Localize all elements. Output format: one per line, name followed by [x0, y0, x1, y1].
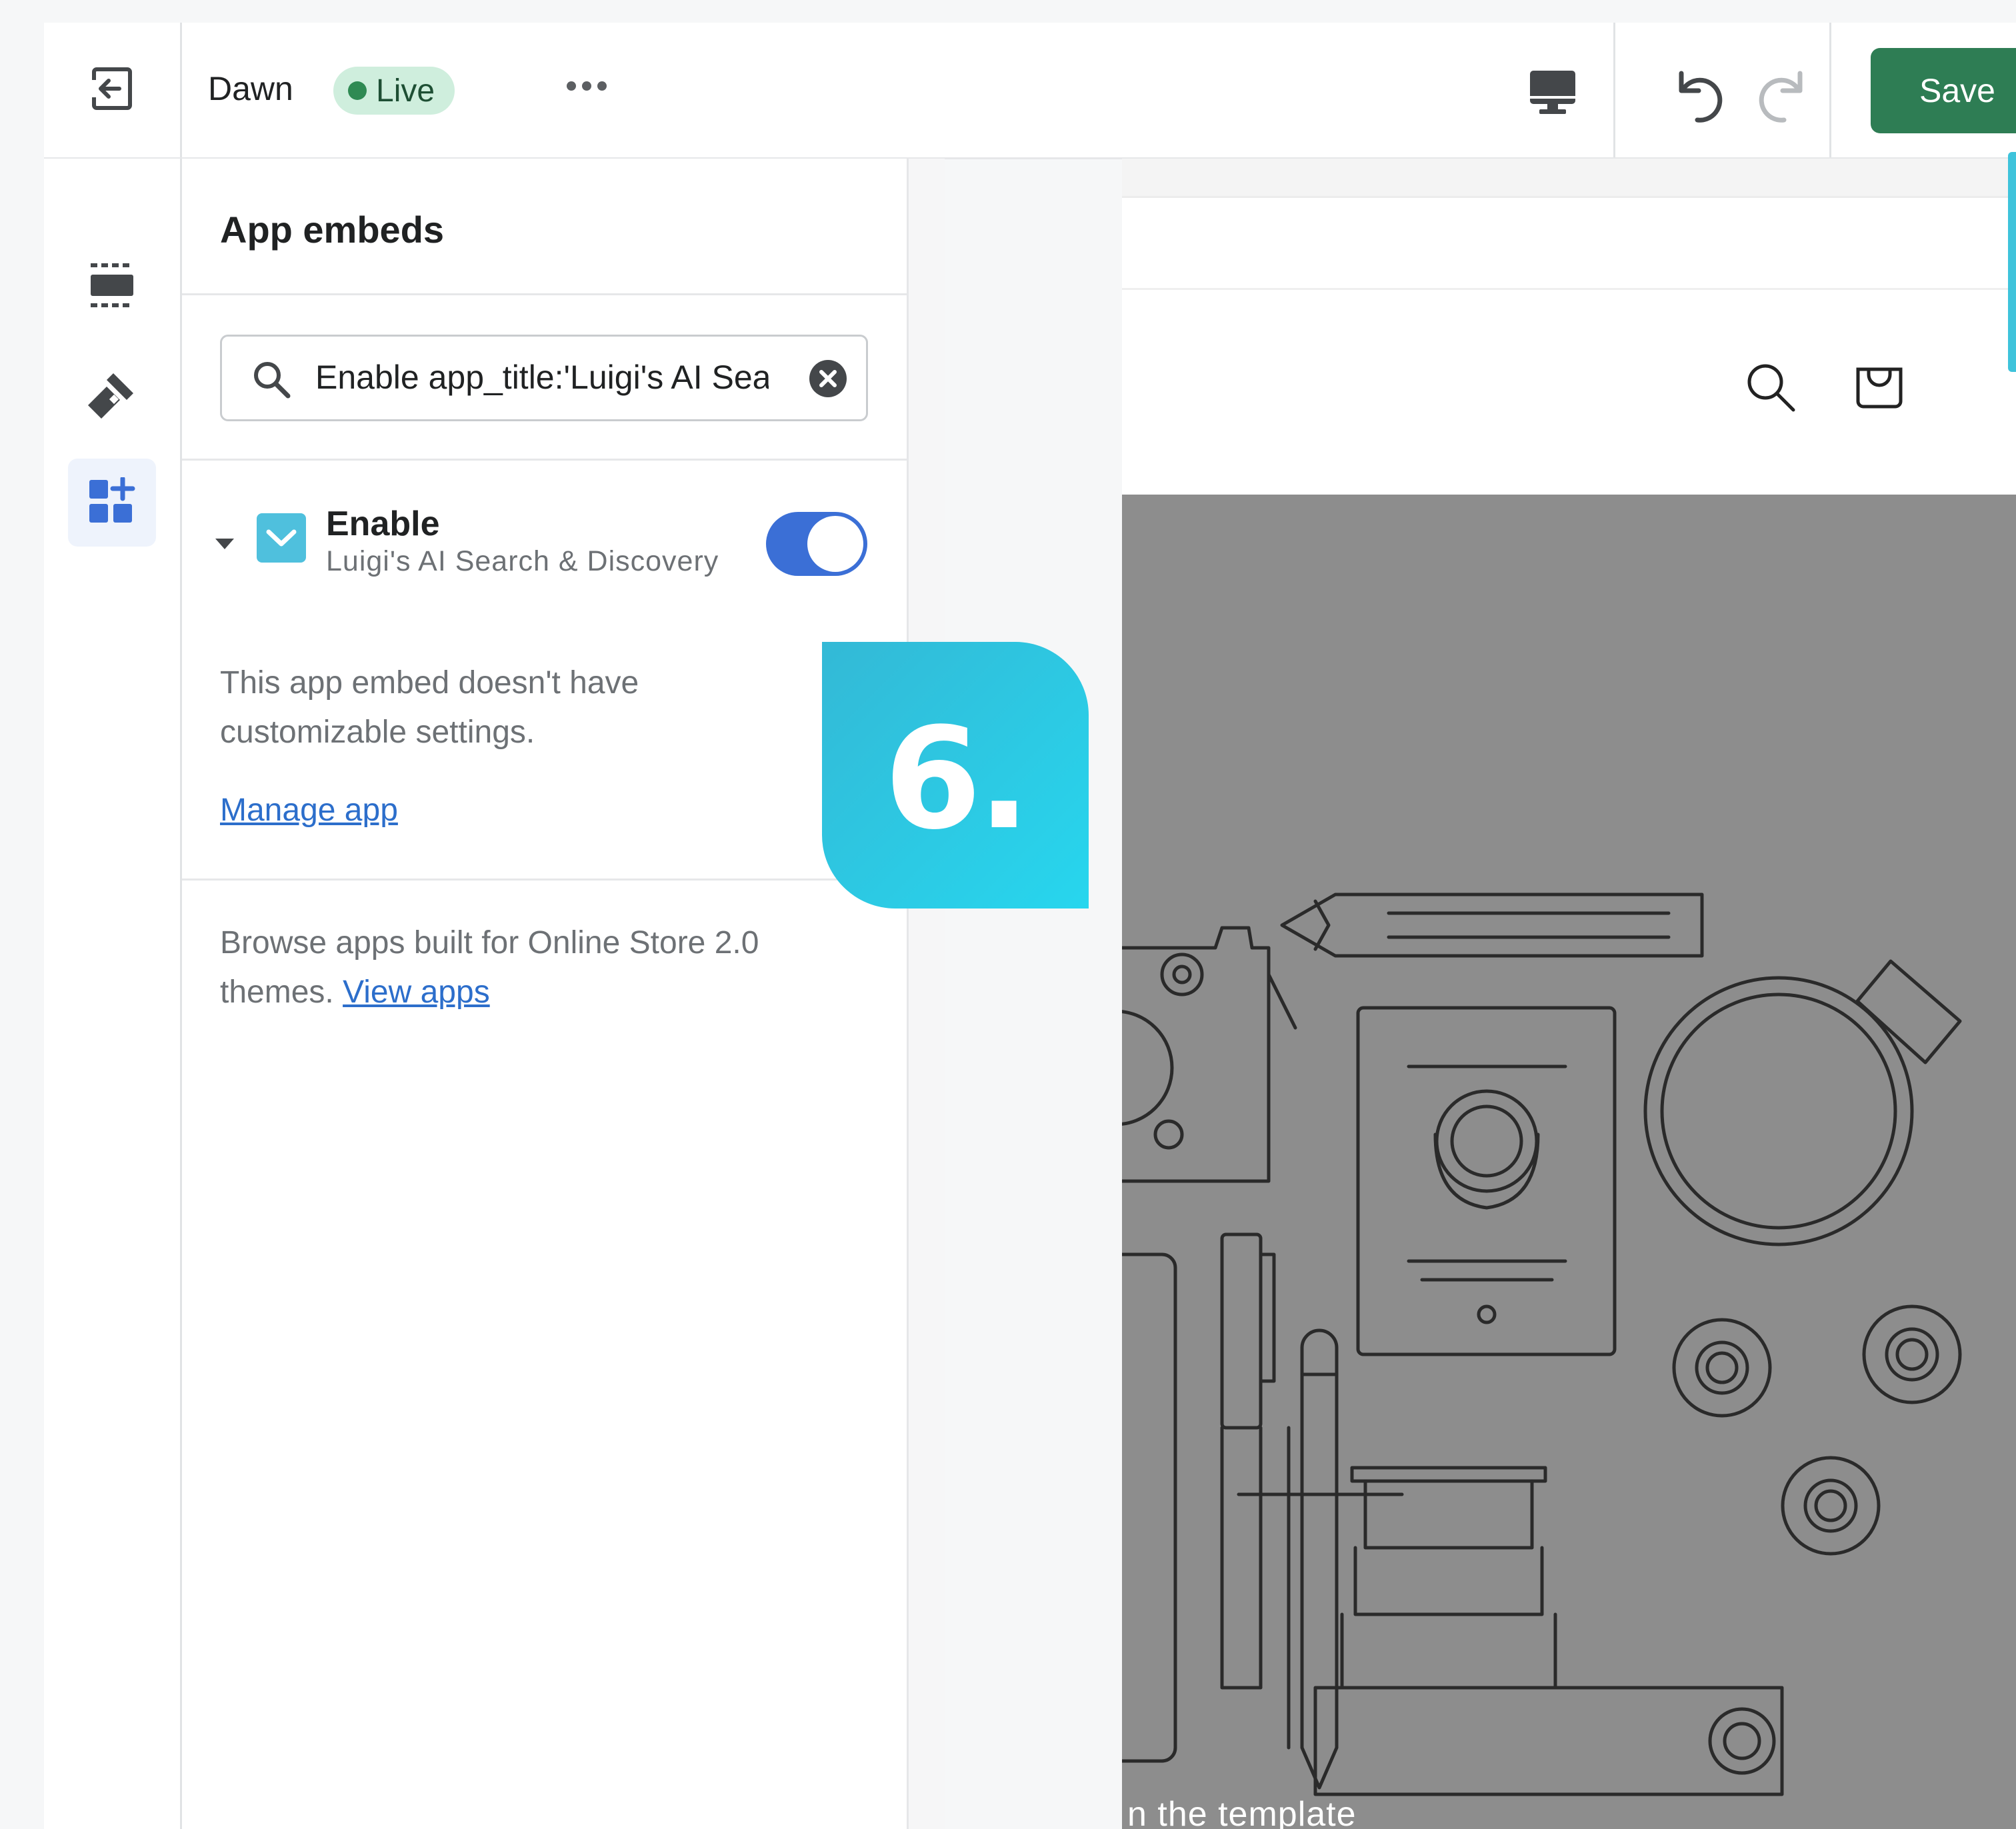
sections-icon — [88, 261, 136, 313]
more-dot-icon — [582, 81, 591, 91]
undo-button[interactable] — [1664, 63, 1731, 129]
live-dot-icon — [348, 81, 367, 100]
search-icon — [251, 359, 291, 403]
step-number-label: 6. — [884, 697, 1031, 861]
clear-search-button[interactable] — [809, 359, 847, 398]
preview-divider — [1122, 288, 2016, 290]
app-embed-row[interactable]: Enable Luigi's AI Search & Discovery — [182, 492, 907, 605]
embed-app-name: Luigi's AI Search & Discovery — [326, 545, 719, 577]
live-status-badge: Live — [333, 67, 455, 115]
theme-name: Dawn — [208, 70, 293, 107]
toolbar-divider — [1829, 23, 1831, 157]
embed-enable-toggle[interactable] — [766, 512, 867, 576]
hero-caption: n the template — [1127, 1795, 1357, 1829]
undo-icon — [1664, 71, 1731, 132]
panel-divider — [182, 293, 907, 295]
redo-icon — [1751, 71, 1817, 132]
no-settings-note: This app embed doesn't have customizable… — [220, 665, 639, 750]
exit-icon — [90, 67, 134, 114]
preview-accent-bar — [2008, 152, 2016, 372]
manage-app-link[interactable]: Manage app — [220, 792, 398, 829]
rail-sections-button[interactable] — [68, 243, 156, 331]
app-embeds-icon — [88, 476, 136, 529]
store-search-icon[interactable] — [1745, 362, 1796, 416]
store-cart-icon[interactable] — [1854, 360, 1905, 414]
editor-icon-rail — [44, 159, 182, 1829]
more-dot-icon — [597, 81, 607, 91]
theme-editor: Dawn Live Save App embeds Enable app_tit… — [0, 0, 2016, 1829]
panel-divider — [182, 879, 907, 881]
toolbar-divider — [1613, 23, 1615, 157]
hero-placeholder-illustration — [1122, 893, 1962, 1796]
desktop-preview-button[interactable] — [1523, 64, 1583, 124]
rail-theme-settings-button[interactable] — [68, 352, 156, 440]
editor-topbar: Dawn Live Save — [44, 23, 2016, 159]
more-actions-button[interactable] — [567, 81, 607, 91]
redo-button[interactable] — [1751, 63, 1817, 129]
app-embeds-panel: App embeds Enable app_title:'Luigi's AI … — [182, 159, 909, 1829]
preview-topbar — [1122, 159, 2016, 198]
panel-title: App embeds — [220, 209, 445, 251]
collapse-caret-icon[interactable] — [215, 539, 234, 549]
clear-icon — [809, 360, 847, 397]
embed-search-input[interactable] — [315, 355, 769, 399]
luigis-app-logo-icon — [257, 513, 306, 563]
theme-settings-icon — [87, 369, 137, 423]
more-dot-icon — [567, 81, 576, 91]
hero-banner: n the template — [1122, 495, 2016, 1829]
save-button[interactable]: Save — [1871, 48, 2016, 133]
panel-scroll-gutter — [909, 159, 945, 1829]
live-status-label: Live — [376, 73, 435, 109]
embed-name: Enable — [326, 505, 440, 543]
embed-search-field[interactable] — [220, 335, 868, 421]
rail-app-embeds-button[interactable] — [68, 459, 156, 547]
browse-apps-text: Browse apps built for Online Store 2.0 t… — [220, 918, 860, 1017]
view-apps-link[interactable]: View apps — [343, 974, 490, 1010]
storefront-preview: n the template — [1122, 159, 2016, 1829]
panel-divider — [182, 459, 907, 461]
step-number-badge: 6. — [822, 642, 1089, 909]
toggle-knob — [807, 516, 863, 572]
exit-button[interactable] — [44, 23, 182, 157]
desktop-icon — [1529, 69, 1577, 119]
